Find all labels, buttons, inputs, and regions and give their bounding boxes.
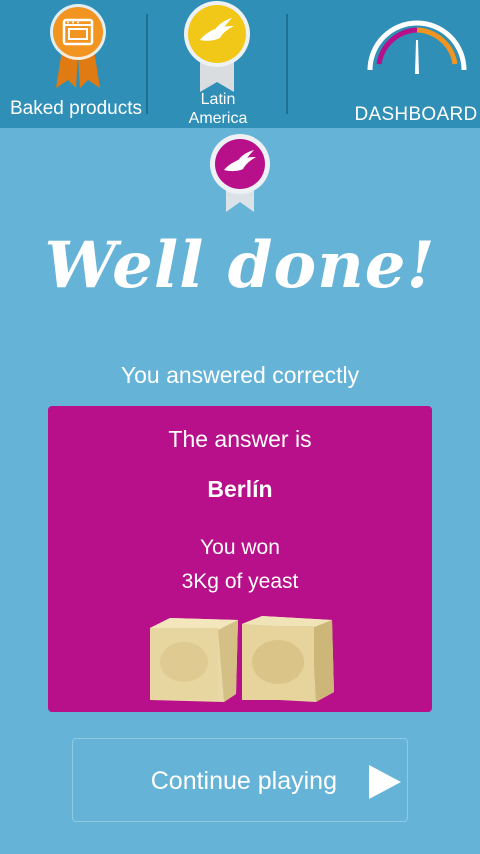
dashboard-label: DASHBOARD xyxy=(354,104,478,125)
region-button[interactable]: Latin America xyxy=(150,0,286,128)
continue-playing-label: Continue playing xyxy=(150,767,337,795)
answer-card: The answer is Berlín You won 3Kg of yeas… xyxy=(48,406,432,712)
answer-value: Berlín xyxy=(207,476,273,502)
header-divider xyxy=(286,14,288,114)
continue-playing-button[interactable]: Continue playing xyxy=(72,738,408,822)
result-title: Well done! xyxy=(44,228,436,303)
play-icon xyxy=(369,765,401,799)
dashboard-button[interactable]: DASHBOARD xyxy=(352,0,480,128)
oven-medal-icon xyxy=(50,4,106,88)
yeast-cubes-image xyxy=(150,616,334,702)
gauge-icon xyxy=(367,20,467,74)
category-label: Baked products xyxy=(9,98,143,119)
region-label-line1: Latin xyxy=(200,91,236,108)
prize-label: 3Kg of yeast xyxy=(181,570,299,593)
answer-intro: The answer is xyxy=(168,426,312,452)
swift-purple-medal-icon xyxy=(210,134,270,212)
region-label-line2: America xyxy=(188,110,248,127)
won-label: You won xyxy=(200,536,280,559)
result-subtitle: You answered correctly xyxy=(120,362,360,388)
top-bar: Baked products Latin America DASHBOARD xyxy=(0,0,480,128)
swift-gold-medal-icon xyxy=(184,1,250,92)
header-divider xyxy=(146,14,148,114)
category-button[interactable]: Baked products xyxy=(0,0,148,128)
